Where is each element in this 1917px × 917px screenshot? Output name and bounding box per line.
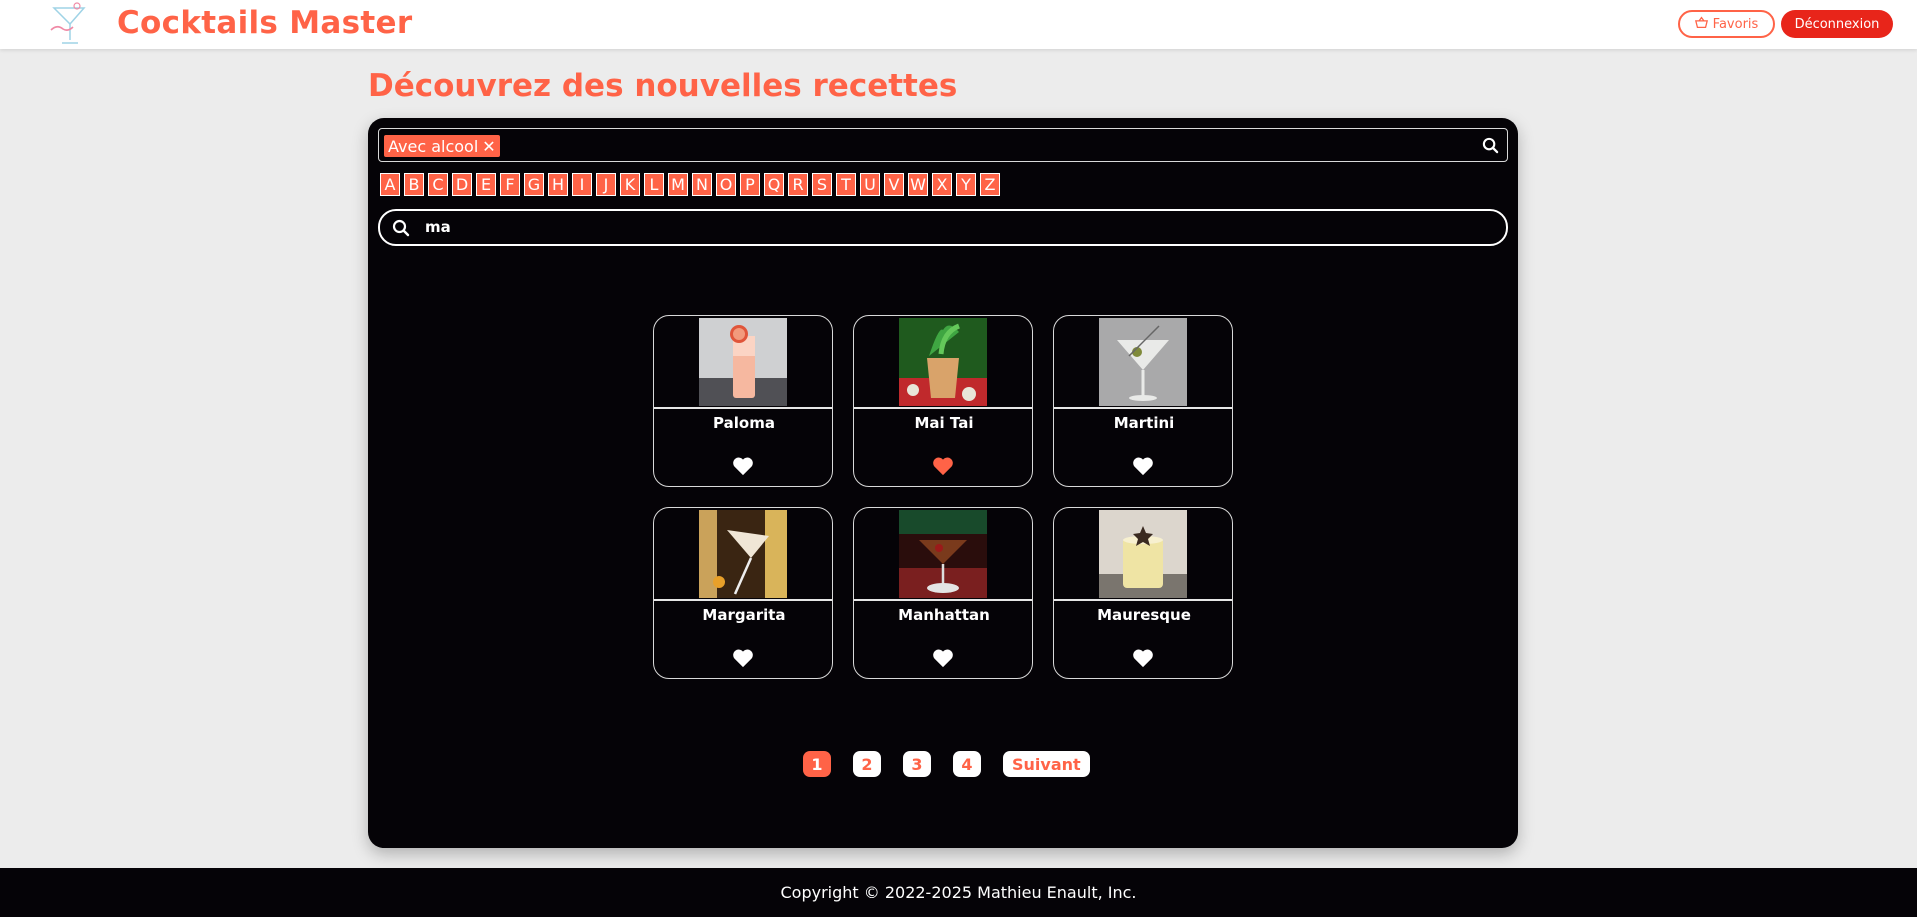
letter-filter-t[interactable]: T — [836, 173, 856, 196]
letter-filter-d[interactable]: D — [452, 173, 472, 196]
cocktail-card[interactable]: Manhattan — [853, 507, 1033, 679]
filter-chip-label: Avec alcool — [388, 136, 479, 156]
cocktail-name[interactable]: Mauresque — [1054, 606, 1232, 624]
letter-filter-u[interactable]: U — [860, 173, 880, 196]
card-divider — [854, 407, 1032, 409]
letter-filter-c[interactable]: C — [428, 173, 448, 196]
filter-bar[interactable]: Avec alcool ✕ — [378, 128, 1508, 162]
heart-icon[interactable] — [1132, 648, 1154, 668]
letter-filter-k[interactable]: K — [620, 173, 640, 196]
letter-filter-l[interactable]: L — [644, 173, 664, 196]
pagination: 1 2 3 4 Suivant — [803, 751, 1112, 777]
page-button-4[interactable]: 4 — [953, 751, 981, 777]
heart-icon[interactable] — [1132, 456, 1154, 476]
logout-button[interactable]: Déconnexion — [1781, 10, 1893, 38]
heart-icon[interactable] — [732, 456, 754, 476]
letter-filter-a[interactable]: A — [380, 173, 400, 196]
next-page-button[interactable]: Suivant — [1003, 751, 1090, 777]
recipes-panel: Avec alcool ✕ ABCDEFGHIJKLMNOPQRSTUVWXYZ… — [368, 118, 1518, 848]
letter-filter-v[interactable]: V — [884, 173, 904, 196]
letter-filter-j[interactable]: J — [596, 173, 616, 196]
close-icon[interactable]: ✕ — [482, 137, 495, 156]
heart-icon[interactable] — [732, 648, 754, 668]
letter-filter-w[interactable]: W — [908, 173, 928, 196]
letter-filter-r[interactable]: R — [788, 173, 808, 196]
letter-filter-s[interactable]: S — [812, 173, 832, 196]
search-icon — [392, 219, 410, 237]
letter-filter-h[interactable]: H — [548, 173, 568, 196]
letter-filter-z[interactable]: Z — [980, 173, 1000, 196]
cocktail-image[interactable] — [699, 510, 787, 598]
letter-filter-q[interactable]: Q — [764, 173, 784, 196]
cocktail-image[interactable] — [899, 318, 987, 406]
page-button-1[interactable]: 1 — [803, 751, 831, 777]
card-divider — [1054, 407, 1232, 409]
card-divider — [654, 407, 832, 409]
cocktail-image[interactable] — [699, 318, 787, 406]
cocktail-name[interactable]: Paloma — [654, 414, 832, 432]
cocktail-grid: Paloma Mai Tai Martini Margarita Manhattan Ma… — [653, 315, 1235, 679]
letter-filter-x[interactable]: X — [932, 173, 952, 196]
letter-filter-y[interactable]: Y — [956, 173, 976, 196]
cocktail-name[interactable]: Mai Tai — [854, 414, 1032, 432]
top-navbar: Cocktails Master Favoris Déconnexion — [0, 0, 1917, 49]
letter-filter-n[interactable]: N — [692, 173, 712, 196]
letter-filter-e[interactable]: E — [476, 173, 496, 196]
search-input[interactable]: ma — [378, 209, 1508, 246]
letter-filter-i[interactable]: I — [572, 173, 592, 196]
cocktail-image[interactable] — [1099, 318, 1187, 406]
footer: Copyright © 2022-2025 Mathieu Enault, In… — [0, 868, 1917, 917]
cocktail-name[interactable]: Martini — [1054, 414, 1232, 432]
letter-filter-f[interactable]: F — [500, 173, 520, 196]
cocktail-card[interactable]: Martini — [1053, 315, 1233, 487]
letter-filter-m[interactable]: M — [668, 173, 688, 196]
favorites-label: Favoris — [1712, 16, 1759, 32]
filter-chip: Avec alcool ✕ — [384, 135, 500, 157]
cocktail-name[interactable]: Margarita — [654, 606, 832, 624]
card-divider — [654, 599, 832, 601]
copyright-text: Copyright © 2022-2025 Mathieu Enault, In… — [780, 883, 1137, 902]
cocktail-image[interactable] — [1099, 510, 1187, 598]
page-button-3[interactable]: 3 — [903, 751, 931, 777]
letter-filter-b[interactable]: B — [404, 173, 424, 196]
search-icon[interactable] — [1482, 137, 1499, 154]
heart-filled-icon[interactable] — [932, 456, 954, 476]
letter-filter-p[interactable]: P — [740, 173, 760, 196]
cocktail-image[interactable] — [899, 510, 987, 598]
alphabet-filter: ABCDEFGHIJKLMNOPQRSTUVWXYZ — [380, 173, 1000, 196]
cocktail-card[interactable]: Mauresque — [1053, 507, 1233, 679]
brand-title[interactable]: Cocktails Master — [117, 5, 412, 41]
basket-icon — [1694, 16, 1708, 33]
heart-icon[interactable] — [932, 648, 954, 668]
cocktail-card[interactable]: Paloma — [653, 315, 833, 487]
page-title: Découvrez des nouvelles recettes — [368, 68, 958, 104]
cocktail-card[interactable]: Margarita — [653, 507, 833, 679]
page-button-2[interactable]: 2 — [853, 751, 881, 777]
cocktail-card[interactable]: Mai Tai — [853, 315, 1033, 487]
cocktail-logo-icon[interactable] — [44, 0, 92, 48]
search-value[interactable]: ma — [425, 218, 451, 236]
letter-filter-g[interactable]: G — [524, 173, 544, 196]
card-divider — [854, 599, 1032, 601]
card-divider — [1054, 599, 1232, 601]
favorites-button[interactable]: Favoris — [1678, 10, 1775, 38]
cocktail-name[interactable]: Manhattan — [854, 606, 1032, 624]
letter-filter-o[interactable]: O — [716, 173, 736, 196]
